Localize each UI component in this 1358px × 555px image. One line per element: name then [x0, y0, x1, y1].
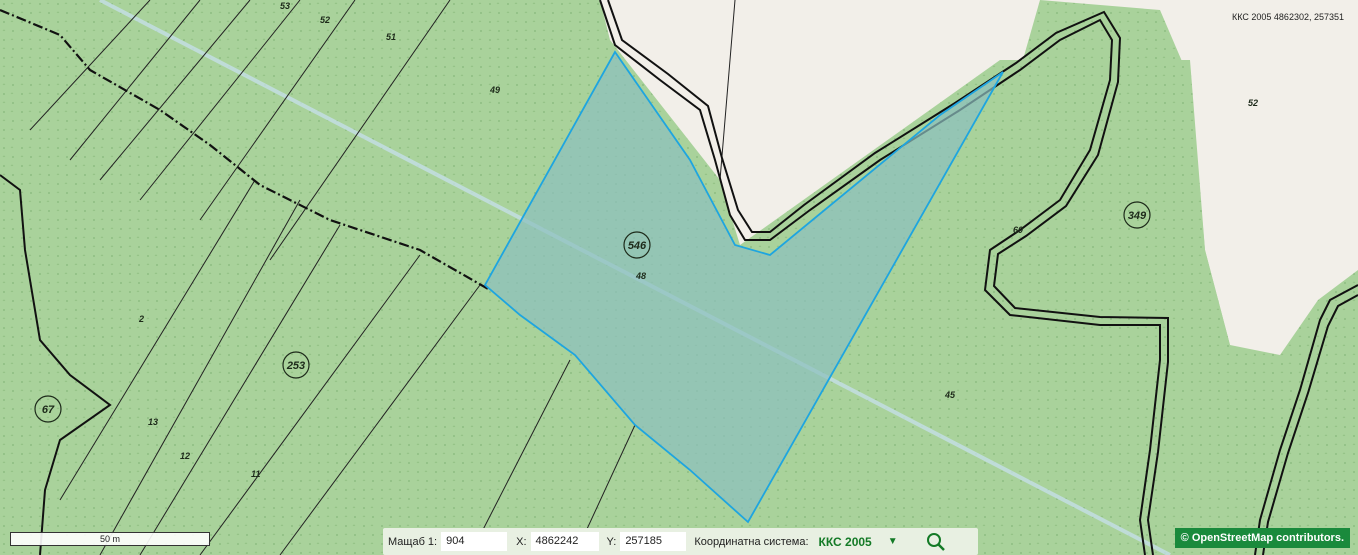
property-number: 253: [286, 360, 305, 372]
parcel-label: 60: [1013, 225, 1023, 235]
map-toolbar: Мащаб 1: 904 X: 4862242 Y: 257185 Коорди…: [383, 528, 978, 555]
parcel-label: 13: [148, 417, 158, 427]
property-number: 546: [628, 240, 647, 252]
coordinate-system-label: Координатна система:: [694, 535, 809, 548]
property-number: 349: [1128, 210, 1147, 222]
top-coordinate-readout: ККС 2005 4862302, 257351: [1232, 12, 1344, 22]
coordinate-system-select[interactable]: ККС 2005: [819, 535, 872, 549]
parcel-label: 11: [251, 469, 260, 479]
parcel-label: 12: [180, 451, 190, 461]
parcel-label: 52: [1248, 98, 1258, 108]
dropdown-arrow-icon[interactable]: ▼: [888, 536, 898, 547]
parcel-label: 49: [489, 85, 500, 95]
scale-bar-label: 50 m: [99, 534, 120, 544]
x-coordinate-field[interactable]: 4862242: [530, 532, 599, 551]
parcel-label: 53: [280, 1, 290, 11]
y-label: Y:: [606, 535, 617, 548]
parcel-label: 52: [320, 15, 330, 25]
scale-bar: 50 m: [10, 532, 210, 546]
property-number: 67: [42, 404, 55, 416]
scale-label: Мащаб 1:: [388, 535, 438, 548]
cadastral-map[interactable]: 53 52 51 49 48 2 13 12 11 45 60 52 546 253 67 349: [0, 0, 1358, 555]
parcel-label: 45: [944, 390, 956, 400]
scale-value-field[interactable]: 904: [441, 532, 508, 551]
parcel-label: 48: [635, 271, 646, 281]
osm-attribution[interactable]: © OpenStreetMap contributors.: [1174, 528, 1350, 548]
parcel-label: 2: [138, 314, 144, 324]
y-coordinate-field[interactable]: 257185: [620, 532, 687, 551]
search-icon[interactable]: [926, 532, 946, 552]
x-label: X:: [516, 535, 527, 548]
parcel-label: 51: [386, 32, 396, 42]
